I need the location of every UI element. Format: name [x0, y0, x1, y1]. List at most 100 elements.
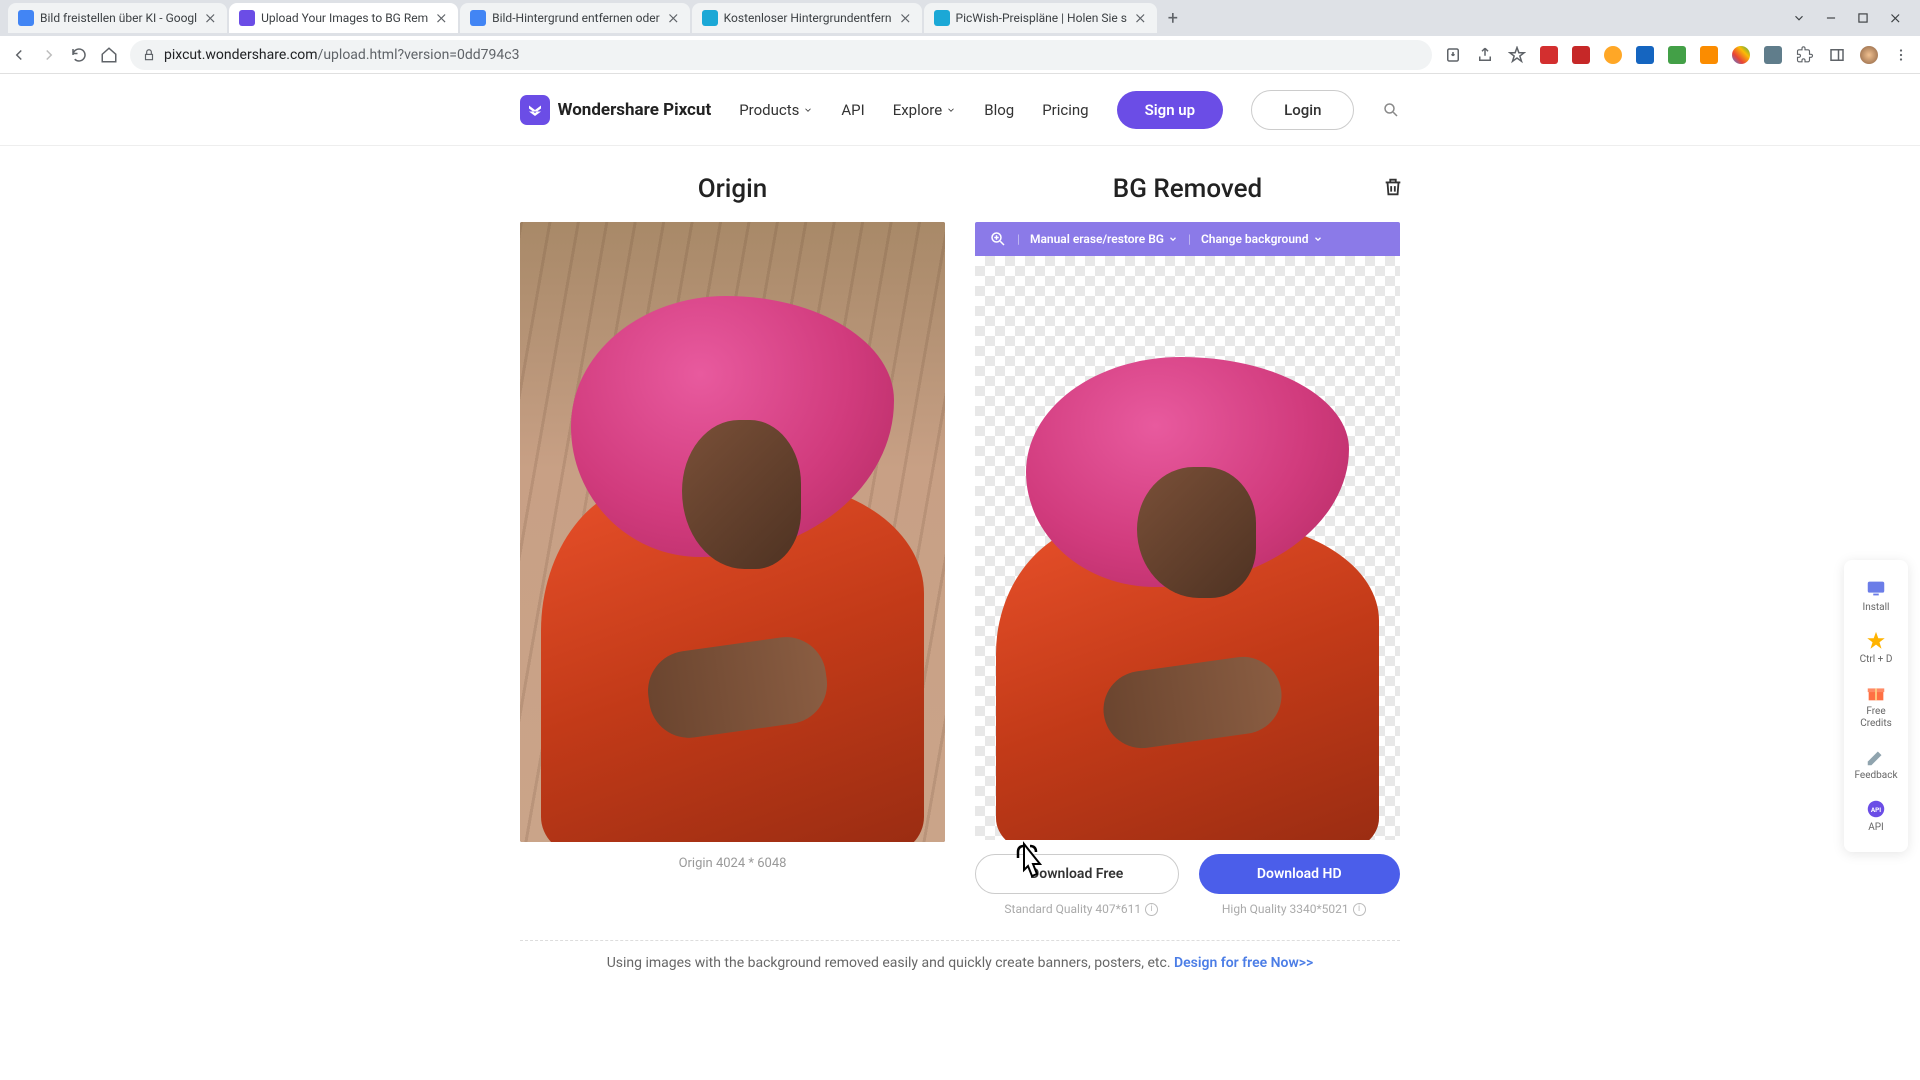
chevron-down-icon [803, 105, 813, 115]
extension-icon[interactable] [1604, 46, 1622, 64]
extension-icon[interactable] [1732, 46, 1750, 64]
free-credits-button[interactable]: FreeCredits [1844, 674, 1908, 738]
api-icon: API [1865, 798, 1887, 820]
extension-icon[interactable] [1700, 46, 1718, 64]
tab-title: Bild freistellen über KI - Googl [40, 11, 197, 25]
new-tab-button[interactable]: + [1159, 4, 1187, 32]
result-card: Origin Origin 4024 * 6048 BG Removed [500, 166, 1420, 991]
tab-title: Upload Your Images to BG Rem [261, 11, 428, 25]
site-header: Wondershare Pixcut Products API Explore … [0, 74, 1920, 146]
nav-explore[interactable]: Explore [893, 101, 957, 119]
share-icon[interactable] [1476, 46, 1494, 64]
extension-icon[interactable] [1764, 46, 1782, 64]
extensions-icon[interactable] [1796, 46, 1814, 64]
favicon-icon [18, 10, 34, 26]
change-bg-button[interactable]: Change background [1201, 232, 1323, 246]
logo-text: Wondershare Pixcut [558, 100, 712, 120]
browser-tab[interactable]: Kostenloser Hintergrundentfern [692, 3, 922, 33]
design-free-link[interactable]: Design for free Now>> [1174, 955, 1313, 971]
url-bar[interactable]: pixcut.wondershare.com/upload.html?versi… [130, 40, 1432, 70]
download-hd-button[interactable]: Download HD [1199, 854, 1401, 894]
login-button[interactable]: Login [1251, 90, 1354, 130]
tab-title: Kostenloser Hintergrundentfern [724, 11, 892, 25]
install-button[interactable]: Install [1844, 570, 1908, 622]
close-icon[interactable] [203, 11, 217, 25]
footer-text: Using images with the background removed… [520, 955, 1400, 971]
logo[interactable]: Wondershare Pixcut [520, 95, 712, 125]
gift-icon [1865, 682, 1887, 704]
pencil-icon [1865, 746, 1887, 768]
tab-title: PicWish-Preispläne | Holen Sie s [956, 11, 1127, 25]
extension-icon[interactable] [1540, 46, 1558, 64]
trash-icon[interactable] [1382, 176, 1404, 198]
close-icon[interactable] [434, 11, 448, 25]
origin-image [520, 222, 945, 842]
origin-panel: Origin Origin 4024 * 6048 [520, 166, 945, 916]
svg-text:API: API [1871, 806, 1881, 814]
logo-mark-icon [520, 95, 550, 125]
star-icon[interactable] [1508, 46, 1526, 64]
browser-tab[interactable]: Bild-Hintergrund entfernen oder [460, 3, 690, 33]
download-free-button[interactable]: Download Free [975, 854, 1179, 894]
browser-tab[interactable]: PicWish-Preispläne | Holen Sie s [924, 3, 1157, 33]
forward-icon[interactable] [40, 46, 58, 64]
result-image [975, 256, 1400, 840]
download-hd-caption: High Quality 3340*5021i [1188, 902, 1401, 916]
tab-strip: Bild freistellen über KI - Googl Upload … [0, 0, 1920, 36]
chevron-down-icon [1168, 234, 1178, 244]
manual-erase-button[interactable]: Manual erase/restore BG [1030, 232, 1178, 246]
chevron-down-icon [946, 105, 956, 115]
image-toolbar: | Manual erase/restore BG | Change backg… [975, 222, 1400, 256]
search-icon[interactable] [1382, 101, 1400, 119]
bookmark-button[interactable]: Ctrl + D [1844, 622, 1908, 674]
nav-blog[interactable]: Blog [984, 101, 1014, 119]
info-icon[interactable]: i [1353, 903, 1366, 916]
window-controls [1792, 11, 1912, 25]
menu-icon[interactable] [1892, 46, 1910, 64]
info-icon[interactable]: i [1145, 903, 1158, 916]
origin-caption: Origin 4024 * 6048 [520, 856, 945, 871]
signup-button[interactable]: Sign up [1117, 91, 1224, 129]
browser-tab-active[interactable]: Upload Your Images to BG Rem [229, 3, 458, 33]
main-content: Origin Origin 4024 * 6048 BG Removed [0, 146, 1920, 991]
favicon-icon [702, 10, 718, 26]
download-free-caption: Standard Quality 407*611i [975, 902, 1188, 916]
origin-title: Origin [520, 166, 945, 222]
close-icon[interactable] [666, 11, 680, 25]
install-icon[interactable] [1444, 46, 1462, 64]
extension-icon[interactable] [1572, 46, 1590, 64]
nav-api[interactable]: API [841, 101, 864, 119]
browser-tab[interactable]: Bild freistellen über KI - Googl [8, 3, 227, 33]
nav-products[interactable]: Products [739, 101, 813, 119]
maximize-icon[interactable] [1856, 11, 1870, 25]
extension-icon[interactable] [1636, 46, 1654, 64]
monitor-icon [1865, 578, 1887, 600]
minimize-icon[interactable] [1824, 11, 1838, 25]
profile-avatar-icon[interactable] [1860, 46, 1878, 64]
tab-title: Bild-Hintergrund entfernen oder [492, 11, 660, 25]
favicon-icon [934, 10, 950, 26]
browser-chrome: Bild freistellen über KI - Googl Upload … [0, 0, 1920, 74]
result-image-wrap: | Manual erase/restore BG | Change backg… [975, 222, 1400, 840]
url-text: pixcut.wondershare.com/upload.html?versi… [164, 47, 519, 63]
zoom-in-icon[interactable] [989, 230, 1007, 248]
floating-sidebar: Install Ctrl + D FreeCredits Feedback AP… [1844, 560, 1908, 852]
toolbar-extensions [1444, 46, 1910, 64]
divider [520, 940, 1400, 941]
favicon-icon [239, 10, 255, 26]
star-icon [1865, 630, 1887, 652]
api-button[interactable]: API API [1844, 790, 1908, 842]
sidepanel-icon[interactable] [1828, 46, 1846, 64]
removed-title: BG Removed [1113, 166, 1262, 222]
reload-icon[interactable] [70, 46, 88, 64]
close-window-icon[interactable] [1888, 11, 1902, 25]
back-icon[interactable] [10, 46, 28, 64]
nav-pricing[interactable]: Pricing [1042, 101, 1088, 119]
chevron-down-icon [1313, 234, 1323, 244]
home-icon[interactable] [100, 46, 118, 64]
close-icon[interactable] [1133, 11, 1147, 25]
close-icon[interactable] [898, 11, 912, 25]
extension-icon[interactable] [1668, 46, 1686, 64]
chevron-down-icon[interactable] [1792, 11, 1806, 25]
feedback-button[interactable]: Feedback [1844, 738, 1908, 790]
